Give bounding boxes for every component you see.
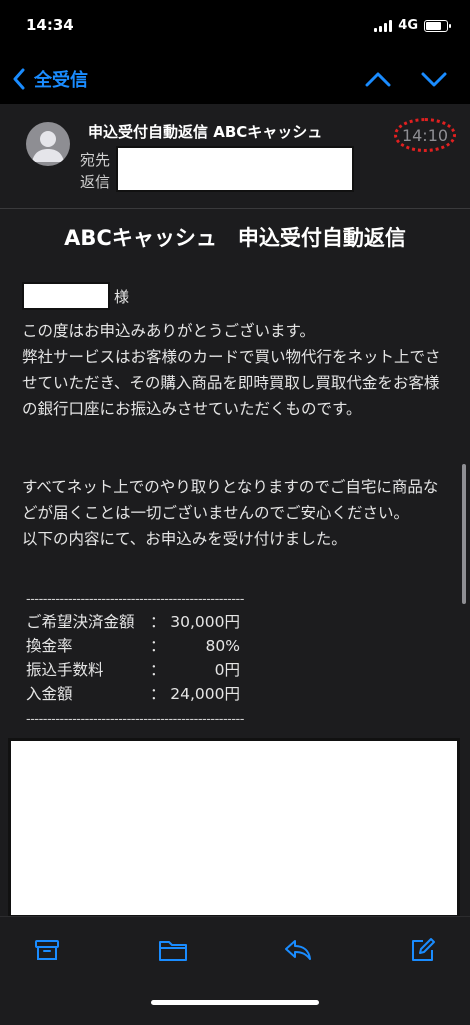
- divider-bottom: ----------------------------------------…: [26, 712, 244, 727]
- detail-value: 24,000円: [170, 685, 240, 703]
- body-paragraph-1: この度はお申込みありがとうございます。 弊社サービスはお客様のカードで買い物代行…: [22, 322, 441, 418]
- reply-to-label: 返信: [80, 173, 111, 191]
- detail-colon: ：: [150, 613, 166, 631]
- message-navigation: [364, 68, 448, 94]
- detail-row: 振込手数料 ： 0円: [26, 658, 240, 682]
- compose-icon[interactable]: [410, 937, 436, 967]
- mail-content[interactable]: 申込受付自動返信 ABCキャッシュ 宛先 返信 14:10 ABCキャッシュ 申…: [0, 104, 470, 916]
- battery-fill: [426, 21, 442, 30]
- redacted-address: [116, 146, 354, 192]
- mail-time-text: 14:10: [401, 125, 449, 145]
- detail-colon: ：: [150, 637, 166, 655]
- back-button[interactable]: 全受信: [12, 66, 88, 92]
- redacted-block: [8, 738, 460, 916]
- detail-colon: ：: [150, 661, 166, 679]
- chevron-down-icon[interactable]: [420, 68, 448, 94]
- honorific: 様: [114, 288, 130, 306]
- detail-value: 30,000円: [170, 613, 240, 631]
- detail-row: 換金率 ： 80%: [26, 634, 240, 658]
- chevron-up-icon[interactable]: [364, 68, 392, 94]
- battery-icon: [424, 19, 451, 32]
- person-icon: [32, 131, 64, 162]
- redacted-name: [22, 282, 110, 310]
- detail-label: 換金率: [26, 637, 73, 655]
- home-indicator[interactable]: [151, 1000, 319, 1005]
- status-indicators: 4G: [374, 18, 451, 33]
- detail-value: 80%: [205, 637, 240, 655]
- detail-label: 入金額: [26, 685, 73, 703]
- signal-icon: [374, 19, 393, 32]
- detail-label: 振込手数料: [26, 661, 104, 679]
- mail-time: 14:10: [394, 118, 456, 152]
- mail-subject: 申込受付自動返信 ABCキャッシュ: [88, 123, 323, 141]
- body-paragraph-2: すべてネット上でのやり取りとなりますのでご自宅に商品などが届くことは一切ございま…: [22, 478, 439, 548]
- detail-label: ご希望決済金額: [26, 613, 135, 631]
- bottom-toolbar: [0, 916, 470, 1025]
- avatar[interactable]: [26, 122, 70, 166]
- network-type: 4G: [398, 18, 418, 33]
- status-bar: 14:34 4G: [0, 0, 470, 54]
- nav-bar: 全受信: [0, 54, 470, 104]
- archive-icon[interactable]: [34, 937, 60, 967]
- scrollbar[interactable]: [462, 464, 466, 604]
- status-time: 14:34: [26, 16, 74, 34]
- detail-colon: ：: [150, 685, 166, 703]
- detail-row: ご希望決済金額 ： 30,000円: [26, 610, 240, 634]
- folder-icon[interactable]: [158, 937, 188, 967]
- chevron-left-icon: [13, 68, 25, 90]
- back-label: 全受信: [34, 70, 88, 91]
- application-details: ご希望決済金額 ： 30,000円 換金率 ： 80% 振込手数料 ： 0円 入…: [26, 610, 240, 706]
- to-label: 宛先: [80, 151, 111, 169]
- mail-header: 申込受付自動返信 ABCキャッシュ 宛先 返信 14:10: [0, 104, 470, 209]
- divider-top: ----------------------------------------…: [26, 592, 244, 607]
- mail-title: ABCキャッシュ 申込受付自動返信: [64, 226, 406, 250]
- reply-icon[interactable]: [284, 937, 312, 967]
- detail-row: 入金額 ： 24,000円: [26, 682, 240, 706]
- detail-value: 0円: [214, 661, 240, 679]
